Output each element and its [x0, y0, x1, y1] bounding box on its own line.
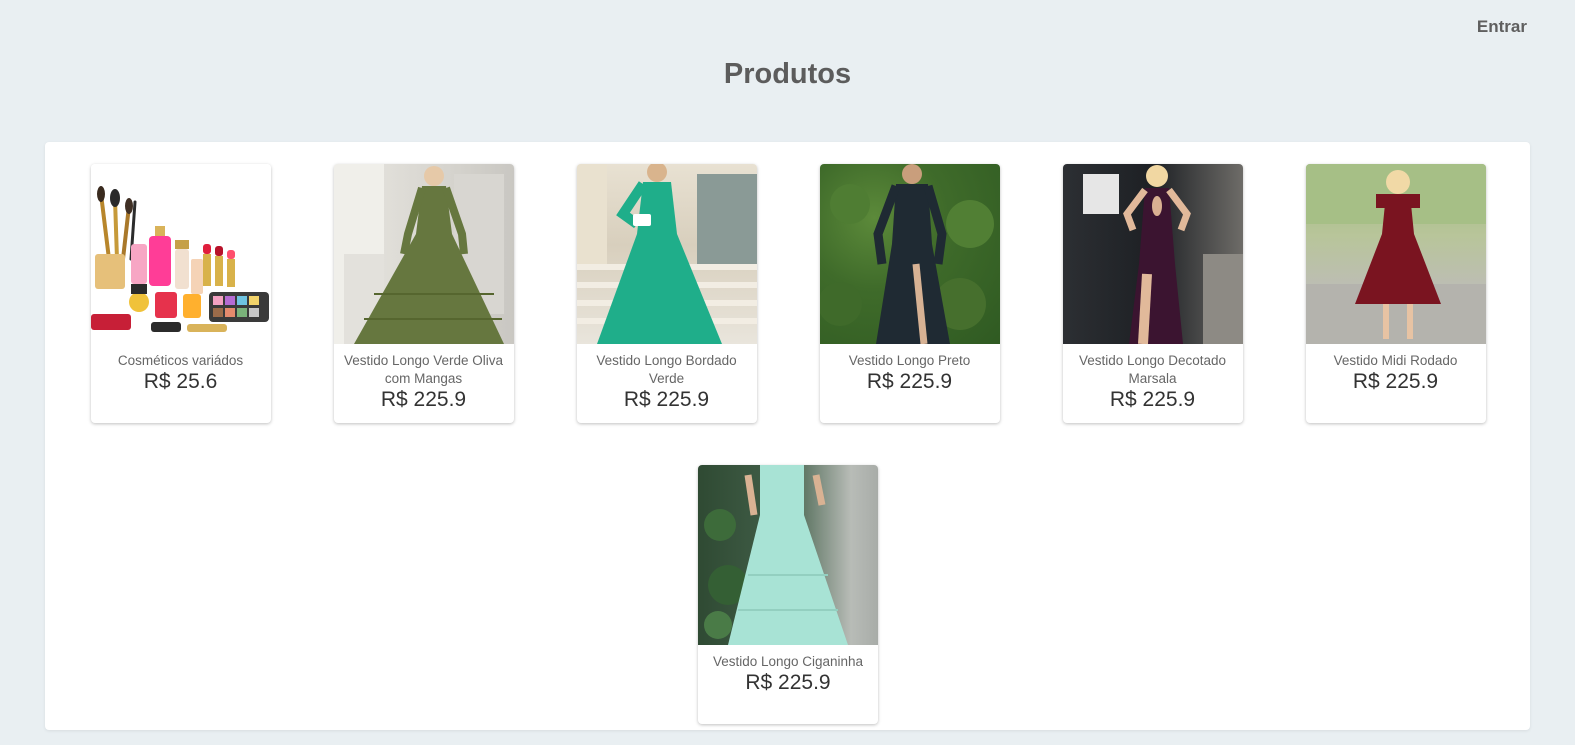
dress-image [576, 164, 757, 344]
dress-image [698, 465, 878, 645]
product-card[interactable]: Vestido Midi Rodado R$ 225.9 [1305, 164, 1486, 423]
product-name: Vestido Longo Preto [848, 353, 971, 368]
product-card[interactable]: Vestido Longo Verde Oliva com Mangas R$ … [333, 164, 514, 423]
product-price: R$ 225.9 [866, 370, 953, 393]
product-name: Vestido Longo Verde Oliva com Mangas [343, 353, 504, 386]
product-card[interactable]: Vestido Longo Decotado Marsala R$ 225.9 [1062, 164, 1243, 423]
product-price: R$ 225.9 [745, 671, 831, 694]
product-name: Cosméticos variádos [117, 353, 244, 368]
product-card[interactable]: Cosméticos variádos R$ 25.6 [90, 164, 271, 423]
product-card[interactable]: Vestido Longo Bordado Verde R$ 225.9 [576, 164, 757, 423]
product-price: R$ 225.9 [1109, 388, 1196, 411]
page-title: Produtos [723, 58, 852, 90]
product-card[interactable]: Vestido Longo Preto R$ 225.9 [819, 164, 1000, 423]
products-panel: Cosméticos variádos R$ 25.6 Vestido Long… [45, 142, 1530, 730]
product-name: Vestido Midi Rodado [1333, 353, 1458, 368]
login-link[interactable]: Entrar [1477, 17, 1527, 37]
product-price: R$ 225.9 [380, 388, 467, 411]
dress-image [819, 164, 1000, 344]
product-price: R$ 225.9 [1352, 370, 1439, 393]
cosmetics-image [90, 164, 271, 344]
dress-image [1062, 164, 1243, 344]
product-name: Vestido Longo Decotado Marsala [1078, 353, 1227, 386]
product-name: Vestido Longo Ciganinha [712, 654, 864, 669]
dress-image [333, 164, 514, 344]
top-bar: Entrar [0, 0, 1575, 60]
dress-image [1305, 164, 1486, 344]
product-price: R$ 225.9 [623, 388, 710, 411]
product-grid: Cosméticos variádos R$ 25.6 Vestido Long… [88, 164, 1488, 724]
product-price: R$ 25.6 [143, 370, 218, 393]
product-name: Vestido Longo Bordado Verde [596, 353, 737, 386]
product-card[interactable]: Vestido Longo Ciganinha R$ 225.9 [698, 465, 878, 724]
